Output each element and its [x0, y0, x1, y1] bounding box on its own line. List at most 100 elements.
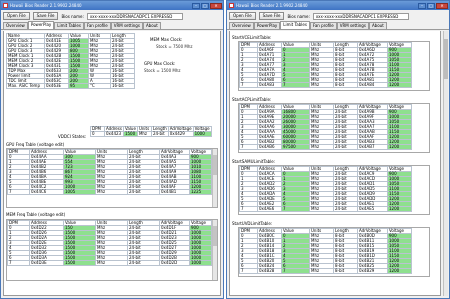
bios-name-label: Bios name: [287, 13, 310, 19]
limit-tables-panel: StartVCELimitTable: DPM Address Value Units L… [229, 31, 441, 296]
tab-fan-profile[interactable]: Fan profile [83, 22, 111, 29]
limit-table: DPM Address Value Units Length AdrVoltage Volt… [239, 228, 412, 274]
tab-overview[interactable]: Overview [229, 22, 254, 29]
title-bar: Hawaii Bios Reader 2.1.9902.24840 – □ ✕ [1, 1, 223, 10]
table-cell: 7 [239, 206, 258, 212]
gpu-max-clock-label: GPU Max Clock: [144, 61, 176, 66]
mem-table-scrollbar[interactable] [212, 220, 217, 280]
editable-cell[interactable]: 1200 [387, 268, 412, 274]
tab-powerplay[interactable]: PowerPlay [253, 22, 281, 29]
tab-about[interactable]: About [142, 22, 161, 29]
gpu-freq-table-label: GPU Freq Table (voltage edit) [6, 142, 65, 147]
table-cell: 0x4B29 [357, 268, 388, 274]
editable-cell[interactable]: 97500 [281, 144, 310, 150]
limit-table: DPM Address Value Units Length AdrVoltage Volt… [239, 166, 412, 212]
vddci-table: DPM Address Value Units Length AdrVoltage Volt… [90, 126, 212, 137]
editable-cell[interactable]: 1500 [122, 131, 138, 137]
toolbar: Open File Save File Bios name: xxx-xxxx-… [227, 10, 449, 22]
table-row: 7 0x4A83 7 Mhz 8-bit 0x4A84 1200 [239, 82, 412, 88]
panel-scrollbar[interactable] [443, 31, 448, 296]
table-cell: Mhz [309, 206, 334, 212]
table-row: Max. ASIC Temp 0x463E 95 °C 16-bit [6, 83, 135, 89]
limit-table-label-1: StartVCELimitTable: [232, 35, 272, 40]
table-cell: 7 [239, 144, 258, 150]
limit-table-box-3: DPM Address Value Units Length AdrVoltage Volt… [238, 165, 430, 215]
right-window: Hawaii Bios Reader 2.1.9902.24840 – □ ✕ … [226, 0, 450, 299]
tab-vrm-settings[interactable]: VRM settings [336, 22, 369, 29]
table-row: 7 0x4B28 7 Mhz 8-bit 0x4B29 1200 [239, 268, 412, 274]
editable-cell[interactable]: 7 [281, 206, 310, 212]
editable-cell[interactable]: 1200 [387, 144, 412, 150]
save-file-button[interactable]: Save File [32, 12, 59, 20]
limit-table: DPM Address Value Units Length AdrVoltage Volt… [239, 42, 412, 88]
powerplay-table: Name Address Value Units Length GPU Clock 1 0x… [6, 33, 135, 89]
table-cell: 24-bit [333, 206, 358, 212]
table-cell: 0x4423 [104, 131, 124, 137]
limit-table-label-3: StartSAMULimitTable: [232, 159, 276, 164]
tab-overview[interactable]: Overview [3, 22, 28, 29]
bios-name-field[interactable]: xxx-xxxx-xxxDDRSNACADPC1 EXPRESSD [312, 12, 409, 20]
table-row: 7 0x4AE6 7 Mhz 24-bit 0x4AE5 1200 [239, 206, 412, 212]
table-cell: 0x4429 [167, 131, 194, 137]
tab-bar: Overview PowerPlay Limit Tables Fan profile… [227, 21, 449, 30]
editable-cell[interactable]: 95 [68, 83, 89, 89]
table-row: 7 0x4AB6 97500 Mhz 24-bit 0x4AB7 1200 [239, 144, 412, 150]
close-button[interactable]: ✕ [210, 2, 222, 9]
tab-vrm-settings[interactable]: VRM settings [110, 22, 143, 29]
table-cell: Mhz [309, 82, 334, 88]
mem-max-clock-value: Stock = 7500 Mhz [156, 44, 193, 49]
editable-cell[interactable]: 7 [281, 82, 310, 88]
minimize-button[interactable]: – [418, 2, 426, 9]
open-file-button[interactable]: Open File [229, 12, 256, 20]
window-title: Hawaii Bios Reader 2.1.9902.24840 [10, 3, 82, 8]
table-cell: 0x463E [44, 83, 69, 89]
close-button[interactable]: ✕ [436, 2, 448, 9]
save-file-button[interactable]: Save File [258, 12, 285, 20]
gpu-freq-table: DPM Address Value Units Length AdrVoltage Volt… [7, 149, 212, 195]
title-bar: Hawaii Bios Reader 2.1.9902.24840 – □ ✕ [227, 1, 449, 10]
bios-name-label: Bios name: [61, 13, 84, 19]
editable-cell[interactable]: 7 [281, 268, 310, 274]
tab-bar: Overview PowerPlay Limit Tables Fan profile… [1, 21, 223, 30]
table-cell: 0x4A84 [357, 82, 388, 88]
editable-cell[interactable]: 1225 [189, 189, 212, 195]
table-row: 7 0x4D3E 1500 Mhz 24-bit 0x4D2D 1000 [7, 260, 212, 266]
mem-freq-table: DPM Address Value Units Length AdrVoltage Volt… [7, 220, 212, 266]
bios-name-field[interactable]: xxx-xxxx-xxxDDRSNACADPC1 EXPRESSD [86, 12, 183, 20]
table-cell: 0x44B1 [159, 189, 190, 195]
table-cell: Mhz [309, 268, 334, 274]
table-row: 7 0x44C6 1005 Mhz 24-bit 0x44B1 1225 [7, 189, 212, 195]
tab-powerplay[interactable]: PowerPlay [27, 21, 55, 29]
powerplay-panel: Name Address Value Units Length GPU Clock 1 0x… [3, 31, 221, 296]
gpu-table-scrollbar[interactable] [212, 149, 217, 207]
left-window: Hawaii Bios Reader 2.1.9902.24840 – □ ✕ … [0, 0, 224, 299]
maximize-button[interactable]: □ [427, 2, 435, 9]
table-cell: 24-bit [127, 260, 160, 266]
tab-limit-tables[interactable]: Limit Tables [54, 22, 84, 29]
table-cell: 0x4B28 [257, 268, 282, 274]
table-cell: 16-bit [110, 83, 135, 89]
table-cell: 8-bit [333, 268, 358, 274]
editable-cell[interactable]: 1005 [63, 189, 96, 195]
limit-table-label-2: StartACPLimitTable: [232, 97, 272, 102]
table-cell: 0x4AB6 [257, 144, 282, 150]
mem-max-clock-label: MEM Max Clock: [150, 37, 183, 42]
open-file-button[interactable]: Open File [3, 12, 30, 20]
maximize-button[interactable]: □ [201, 2, 209, 9]
editable-cell[interactable]: 1000 [192, 131, 212, 137]
editable-cell[interactable]: 1200 [387, 206, 412, 212]
table-cell: 24-bit [150, 131, 169, 137]
tab-fan-profile[interactable]: Fan profile [309, 22, 337, 29]
tab-about[interactable]: About [368, 22, 387, 29]
table-cell: 24-bit [127, 189, 160, 195]
minimize-button[interactable]: – [192, 2, 200, 9]
table-cell: Mhz [95, 260, 128, 266]
editable-cell[interactable]: 1500 [63, 260, 96, 266]
tab-limit-tables[interactable]: Limit Tables [280, 21, 310, 29]
editable-cell[interactable]: 1200 [387, 82, 412, 88]
mem-freq-table-box: DPM Address Value Units Length AdrVoltage Volt… [6, 219, 218, 281]
table-cell: Mhz [136, 131, 152, 137]
table-cell: 7 [7, 189, 30, 195]
table-cell: 7 [7, 260, 30, 266]
editable-cell[interactable]: 1000 [189, 260, 212, 266]
